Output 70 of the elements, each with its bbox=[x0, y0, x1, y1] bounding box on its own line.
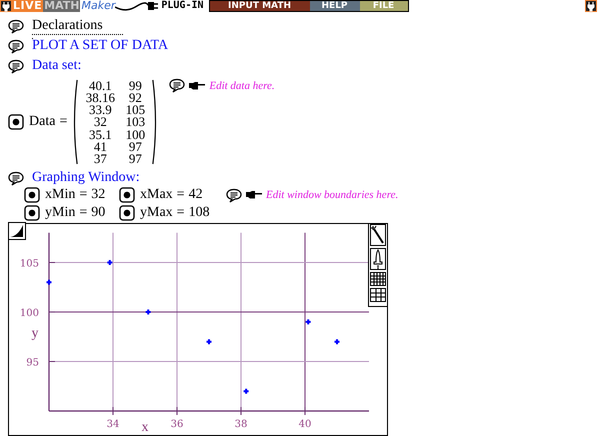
hint-text: Edit window boundaries here. bbox=[266, 189, 398, 201]
matrix-cell: 40.1 bbox=[88, 80, 112, 92]
matrix-cell: 99 bbox=[128, 80, 142, 92]
variable-value: 32 bbox=[91, 187, 106, 203]
x-tick-label: 40 bbox=[298, 419, 312, 430]
section-heading: Data set: bbox=[32, 58, 82, 74]
matrix-cell: 41 bbox=[94, 140, 107, 153]
variable-name: Data bbox=[29, 114, 56, 130]
y-tick-label: 95 bbox=[26, 358, 39, 368]
matrix-cell: 37 bbox=[94, 152, 107, 165]
magic-wand-icon[interactable] bbox=[370, 224, 386, 246]
comment-icon[interactable] bbox=[8, 38, 24, 54]
rocket-icon[interactable] bbox=[370, 248, 386, 270]
menu-button[interactable]: HELP bbox=[310, 1, 360, 11]
equals-sign: = bbox=[176, 187, 185, 203]
plugin-label: PLUG-IN bbox=[161, 0, 204, 12]
matrix-cell: 38.16 bbox=[86, 92, 115, 104]
matrix-cell: 33.9 bbox=[88, 104, 112, 116]
evaluate-icon[interactable] bbox=[8, 114, 24, 130]
pointing-hand-icon bbox=[189, 82, 206, 90]
matrix-cell: 105 bbox=[126, 104, 146, 116]
menu-button[interactable]: INPUT MATH bbox=[210, 1, 310, 11]
matrix-cell: 35.1 bbox=[88, 128, 112, 141]
plug-logo-icon bbox=[0, 0, 12, 12]
evaluate-icon[interactable] bbox=[24, 187, 40, 203]
logo-text: MATH bbox=[43, 0, 80, 12]
x-tick-label: 36 bbox=[170, 419, 184, 430]
logo-text: Maker bbox=[81, 0, 116, 12]
variable-value: 90 bbox=[91, 205, 106, 221]
y-axis-label: y bbox=[32, 326, 38, 341]
variable-value: 42 bbox=[188, 187, 203, 203]
equals-sign: = bbox=[59, 114, 68, 130]
variable-name: xMin bbox=[45, 187, 76, 203]
section-heading: Declarations bbox=[32, 18, 123, 34]
evaluate-icon[interactable] bbox=[119, 187, 135, 203]
grid-icon[interactable] bbox=[370, 288, 386, 302]
comment-icon[interactable] bbox=[226, 188, 242, 202]
pointing-hand-icon bbox=[246, 191, 262, 199]
y-tick-label: 100 bbox=[20, 308, 39, 319]
x-tick-label: 34 bbox=[106, 419, 120, 430]
evaluate-icon[interactable] bbox=[119, 205, 135, 221]
comment-icon[interactable] bbox=[8, 170, 24, 186]
variable-name: yMin bbox=[45, 205, 76, 221]
x-tick-label: 38 bbox=[234, 419, 248, 430]
resize-corner-icon[interactable] bbox=[8, 222, 26, 240]
equals-sign: = bbox=[79, 187, 88, 203]
matrix-cell: 32 bbox=[94, 116, 107, 129]
fine-grid-icon[interactable] bbox=[370, 272, 386, 286]
plug-logo-icon[interactable] bbox=[585, 0, 597, 12]
matrix-cell: 97 bbox=[128, 140, 142, 153]
comment-icon[interactable] bbox=[8, 58, 24, 74]
comment-icon[interactable] bbox=[8, 18, 24, 34]
matrix-cell: 103 bbox=[126, 116, 146, 129]
equals-sign: = bbox=[176, 205, 185, 221]
logo-text: LIVE bbox=[12, 0, 44, 12]
hint-text: Edit data here. bbox=[209, 80, 275, 92]
matrix-cell: 92 bbox=[128, 92, 142, 104]
section-heading: Graphing Window: bbox=[32, 170, 140, 186]
matrix-cell: 100 bbox=[126, 128, 146, 141]
evaluate-icon[interactable] bbox=[24, 205, 40, 221]
matrix-cell: 97 bbox=[128, 152, 142, 165]
x-axis-label: x bbox=[142, 420, 148, 435]
left-paren-icon bbox=[71, 79, 78, 165]
comment-icon[interactable] bbox=[169, 78, 186, 93]
equals-sign: = bbox=[79, 205, 88, 221]
variable-value: 108 bbox=[188, 205, 210, 221]
y-tick-label: 105 bbox=[20, 258, 39, 270]
variable-name: xMax bbox=[140, 187, 173, 203]
plug-cord-icon bbox=[115, 0, 160, 12]
variable-name: yMax bbox=[140, 205, 173, 221]
